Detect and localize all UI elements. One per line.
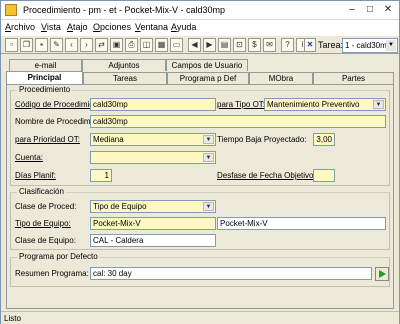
- menu-accelerator: V: [41, 22, 47, 32]
- para-prioridad-value: Mediana: [93, 135, 124, 144]
- menu-accelerator: A: [5, 22, 12, 32]
- codigo-label: Código de Procedimien: [15, 100, 99, 109]
- nombre-input[interactable]: cald30mp: [90, 115, 386, 128]
- tarea-select[interactable]: 1 - cald30m ▼: [342, 38, 398, 53]
- para-tipo-ot-label: para Tipo OT:: [217, 100, 266, 109]
- clase-equipo-field: CAL - Caldera: [90, 234, 216, 247]
- save-icon[interactable]: ▪: [35, 38, 48, 52]
- clase-proced-label: Clase de Proced:: [15, 202, 77, 211]
- dias-planif-input[interactable]: 1: [90, 169, 112, 182]
- tab-campos-usuario[interactable]: Campos de Usuario: [166, 59, 248, 71]
- tipo-equipo-description: Pocket-Mix-V: [217, 217, 386, 230]
- tiempo-baja-label: Tiempo Baja Proyectado:: [217, 135, 307, 144]
- programa-legend: Programa por Defecto: [17, 252, 100, 261]
- tarea-select-value: 1 - cald30m: [345, 41, 387, 50]
- back-icon[interactable]: ◀: [188, 38, 201, 52]
- forward-icon[interactable]: ▶: [203, 38, 216, 52]
- menu-ayuda[interactable]: Ayuda: [171, 22, 196, 32]
- menu-accelerator: O: [93, 22, 101, 32]
- tab-mobra[interactable]: MObra: [249, 72, 313, 84]
- status-text: Listo: [4, 314, 21, 323]
- para-tipo-ot-value: Mantenimiento Preventivo: [267, 100, 360, 109]
- tipo-equipo-label: Tipo de Equipo:: [15, 219, 71, 228]
- save-disk-icon[interactable]: ▣: [110, 38, 123, 52]
- menu-bar: Archivo Vista Atajo Opciones Ventana Ayu…: [1, 20, 399, 35]
- tab-partes[interactable]: Partes: [313, 72, 394, 84]
- chevron-down-icon[interactable]: ▼: [386, 40, 396, 51]
- desfase-label: Desfase de Fecha Objetivo:: [217, 171, 316, 180]
- prev-icon[interactable]: ‹: [65, 38, 78, 52]
- para-tipo-ot-select[interactable]: Mantenimiento Preventivo ▼: [264, 98, 386, 111]
- title-bar: Procedimiento - pm - et - Pocket-Mix-V -…: [1, 1, 399, 20]
- copy-icon[interactable]: ❐: [20, 38, 33, 52]
- menu-accelerator: A: [67, 22, 74, 32]
- tab-tareas[interactable]: Tareas: [83, 72, 167, 84]
- chevron-down-icon[interactable]: ▼: [203, 202, 214, 211]
- tab-programa-p-def[interactable]: Programa p Def: [167, 72, 249, 84]
- para-prioridad-label: para Prioridad OT:: [15, 135, 80, 144]
- menu-vista[interactable]: Vista: [41, 22, 61, 32]
- printer-icon[interactable]: ⎙: [125, 38, 138, 52]
- toolbar: ▫ ❐ ▪ ✎ ‹ › ⇄ ▣ ⎙ ◫ ▦ ▭ ◀ ▶ ▤ ⊡ $ ✉ ? i …: [1, 35, 399, 54]
- menu-atajo[interactable]: Atajo: [67, 22, 88, 32]
- para-prioridad-select[interactable]: Mediana ▼: [90, 133, 216, 146]
- tab-panel-principal: Procedimiento Código de Procedimien cald…: [6, 84, 394, 309]
- chevron-down-icon[interactable]: ▼: [203, 135, 214, 144]
- clasificacion-legend: Clasificación: [17, 187, 66, 196]
- app-icon: [5, 4, 17, 16]
- transfer-icon[interactable]: ⇄: [95, 38, 108, 52]
- dias-planif-label: Días Planif:: [15, 171, 56, 180]
- folder-icon[interactable]: ▭: [170, 38, 183, 52]
- chevron-down-icon[interactable]: ▼: [373, 100, 384, 109]
- money-icon[interactable]: $: [248, 38, 261, 52]
- window-title: Procedimiento - pm - et - Pocket-Mix-V -…: [23, 5, 226, 15]
- status-bar: Listo: [1, 311, 399, 324]
- go-button[interactable]: [375, 267, 389, 281]
- tarea-label: Tarea:: [318, 40, 344, 50]
- next-icon[interactable]: ›: [80, 38, 93, 52]
- maximize-button[interactable]: □: [363, 3, 377, 17]
- menu-accelerator: A: [171, 22, 177, 32]
- procedimiento-legend: Procedimiento: [17, 85, 73, 94]
- close-window-button[interactable]: ✕: [381, 3, 395, 17]
- clasificacion-group: Clasificación Clase de Proced: Tipo de E…: [10, 187, 390, 250]
- tiempo-baja-input[interactable]: 3,00: [313, 133, 335, 146]
- menu-ventana[interactable]: Ventana: [135, 22, 168, 32]
- resumen-programa-field: cal: 30 day: [90, 267, 372, 280]
- tipo-equipo-input[interactable]: Pocket-Mix-V: [90, 217, 216, 230]
- clase-proced-select[interactable]: Tipo de Equipo ▼: [90, 200, 216, 213]
- menu-accelerator: V: [135, 22, 141, 32]
- clase-proced-value: Tipo de Equipo: [93, 202, 147, 211]
- tab-adjuntos[interactable]: Adjuntos: [82, 59, 166, 71]
- nombre-label: Nombre de Procedimier: [15, 117, 100, 126]
- mail-icon[interactable]: ✉: [263, 38, 276, 52]
- new-icon[interactable]: ▫: [5, 38, 18, 52]
- tab-principal[interactable]: Principal: [6, 71, 83, 84]
- clase-equipo-label: Clase de Equipo:: [15, 236, 76, 245]
- procedimiento-group: Procedimiento Código de Procedimien cald…: [10, 85, 390, 186]
- menu-opciones[interactable]: Opciones: [93, 22, 131, 32]
- play-arrow-icon: [379, 270, 386, 278]
- close-icon[interactable]: ✕: [304, 38, 316, 52]
- lock-icon[interactable]: ⊡: [233, 38, 246, 52]
- print-icon[interactable]: ✎: [50, 38, 63, 52]
- application-window: Procedimiento - pm - et - Pocket-Mix-V -…: [0, 0, 400, 324]
- help-icon[interactable]: ?: [281, 38, 294, 52]
- tab-email[interactable]: e-mail: [9, 59, 82, 71]
- menu-archivo[interactable]: Archivo: [5, 22, 35, 32]
- report-icon[interactable]: ▤: [218, 38, 231, 52]
- table-icon[interactable]: ▦: [155, 38, 168, 52]
- view-icon[interactable]: ◫: [140, 38, 153, 52]
- codigo-input[interactable]: cald30mp: [90, 98, 216, 111]
- cuenta-label: Cuenta:: [15, 153, 44, 162]
- desfase-input[interactable]: [313, 169, 335, 182]
- chevron-down-icon[interactable]: ▼: [203, 153, 214, 162]
- minimize-button[interactable]: –: [345, 3, 359, 17]
- programa-group: Programa por Defecto Resumen Programa: c…: [10, 252, 390, 287]
- resumen-programa-label: Resumen Programa:: [15, 269, 89, 278]
- cuenta-select[interactable]: ▼: [90, 151, 216, 164]
